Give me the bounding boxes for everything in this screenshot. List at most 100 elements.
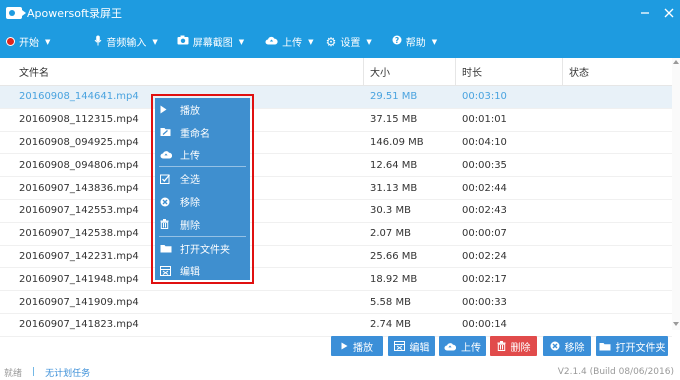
column-header-status[interactable]: 状态 [562, 58, 672, 85]
settings-label: 设置 [340, 38, 361, 49]
play-button-label: 播放 [353, 342, 373, 354]
remove-icon [160, 197, 180, 207]
remove-button-label: 移除 [564, 342, 585, 354]
trash-icon [497, 341, 506, 351]
table-row[interactable]: 20160907_143836.mp4 31.13 MB 00:02:44 [0, 177, 672, 200]
edit-icon [393, 341, 405, 351]
table-row[interactable]: 20160907_142231.mp4 25.66 MB 00:02:24 [0, 245, 672, 269]
table-row[interactable]: 20160907_142538.mp4 2.07 MB 00:00:07 [0, 222, 672, 246]
help-menu[interactable]: ? 帮助 ▼ [386, 25, 443, 58]
file-duration: 00:00:35 [462, 159, 507, 171]
scroll-down-icon[interactable] [673, 322, 679, 326]
chevron-down-icon: ▼ [366, 37, 372, 46]
play-icon [160, 105, 180, 114]
table-row[interactable]: 20160907_142553.mp4 30.3 MB 00:02:43 [0, 199, 672, 223]
remove-icon [550, 341, 560, 351]
menu-item-edit[interactable]: 编辑 [155, 260, 250, 283]
microphone-icon [94, 35, 102, 49]
edit-icon [160, 265, 180, 276]
file-status [562, 200, 672, 222]
file-duration: 00:02:44 [462, 182, 507, 194]
camera-icon [177, 35, 189, 48]
table-row[interactable]: 20160908_094806.mp4 12.64 MB 00:00:35 [0, 154, 672, 178]
file-status [562, 109, 672, 131]
file-size: 37.15 MB [370, 114, 418, 126]
gear-icon: ⚙ [325, 34, 337, 49]
start-record-button[interactable]: 开始 ▼ [0, 25, 56, 58]
context-menu: 播放 重命名 上传 全选 移除 删除 打开文件夹 编辑 [155, 98, 250, 280]
delete-button-label: 删除 [510, 342, 531, 354]
file-duration: 00:03:10 [462, 91, 507, 103]
table-row[interactable]: 20160908_112315.mp4 37.15 MB 00:01:01 [0, 108, 672, 132]
chevron-down-icon: ▼ [308, 37, 314, 46]
minimize-icon[interactable] [636, 4, 654, 22]
edit-button[interactable]: 编辑 [388, 336, 435, 356]
menu-item-delete[interactable]: 删除 [155, 213, 250, 236]
cloud-upload-icon [265, 36, 278, 48]
close-icon[interactable] [660, 4, 678, 22]
file-status [562, 268, 672, 290]
menu-item-open-folder[interactable]: 打开文件夹 [155, 237, 250, 260]
action-bar: 播放 编辑 上传 删除 移除 打开文件夹 [0, 336, 680, 358]
screenshot-label: 屏幕截图 [192, 38, 233, 49]
menu-item-play[interactable]: 播放 [155, 98, 250, 121]
table-row[interactable]: 20160907_141909.mp4 5.58 MB 00:00:33 [0, 291, 672, 314]
chevron-down-icon: ▼ [431, 37, 438, 46]
remove-button[interactable]: 移除 [543, 336, 591, 356]
column-header-size[interactable]: 大小 [363, 58, 455, 85]
file-duration: 00:02:43 [462, 205, 507, 217]
menu-item-select-all[interactable]: 全选 [155, 167, 250, 190]
column-header-name[interactable]: 文件名 [0, 58, 363, 85]
table-row[interactable]: 20160908_144641.mp4 29.51 MB 00:03:10 [0, 86, 672, 109]
cloud-upload-icon [160, 150, 180, 159]
file-duration: 00:00:14 [462, 319, 507, 331]
column-header-duration[interactable]: 时长 [455, 58, 562, 85]
menu-item-remove[interactable]: 移除 [155, 190, 250, 213]
start-label: 开始 [19, 38, 39, 49]
file-status [562, 132, 672, 154]
file-size: 146.09 MB [370, 136, 424, 148]
status-bar: 就绪 | 无计划任务 V2.1.4 (Build 08/06/2016) [0, 364, 680, 380]
file-size: 25.66 MB [370, 250, 418, 262]
file-name: 20160907_141909.mp4 [19, 296, 139, 308]
upload-button-label: 上传 [461, 342, 481, 354]
menu-item-label: 播放 [180, 105, 200, 117]
file-duration: 00:02:17 [462, 273, 507, 285]
select-all-icon [160, 174, 180, 184]
file-size: 12.64 MB [370, 159, 418, 171]
delete-button[interactable]: 删除 [490, 336, 537, 356]
file-duration: 00:02:24 [462, 250, 507, 262]
status-separator: | [32, 367, 36, 377]
file-status [562, 86, 672, 108]
open-folder-button[interactable]: 打开文件夹 [596, 336, 668, 356]
file-size: 2.74 MB [370, 319, 411, 331]
menu-item-label: 编辑 [180, 267, 200, 279]
screenshot-menu[interactable]: 屏幕截图 ▼ [171, 25, 250, 58]
chevron-down-icon: ▼ [238, 37, 245, 46]
menu-item-rename[interactable]: 重命名 [155, 121, 250, 144]
play-button[interactable]: 播放 [331, 336, 383, 356]
vertical-scrollbar[interactable] [672, 58, 680, 330]
audio-input-menu[interactable]: 音频输入 ▼ [88, 25, 163, 58]
upload-menu[interactable]: 上传 ▼ [259, 25, 319, 58]
table-row[interactable]: 20160907_141823.mp4 2.74 MB 00:00:14 [0, 313, 672, 337]
file-size: 5.58 MB [370, 296, 411, 308]
table-row[interactable]: 20160907_141948.mp4 18.92 MB 00:02:17 [0, 268, 672, 292]
file-duration: 00:04:10 [462, 136, 507, 148]
settings-menu[interactable]: ⚙ 设置 ▼ [320, 25, 378, 58]
menu-item-upload[interactable]: 上传 [155, 144, 250, 167]
scheduled-task-link[interactable]: 无计划任务 [45, 366, 90, 379]
window-controls [632, 0, 680, 25]
menu-item-label: 全选 [180, 175, 200, 187]
file-status [562, 246, 672, 268]
upload-button[interactable]: 上传 [439, 336, 486, 356]
table-header: 文件名 大小 时长 状态 [0, 58, 672, 86]
file-size: 18.92 MB [370, 273, 418, 285]
file-status [562, 314, 672, 336]
file-duration: 00:00:33 [462, 296, 507, 308]
rename-icon [160, 127, 180, 137]
toolbar: 开始 ▼ 音频输入 ▼ 屏幕截图 ▼ 上传 ▼ ⚙ 设置 ▼ ? 帮助 ▼ [0, 25, 680, 58]
upload-label: 上传 [282, 38, 303, 49]
table-row[interactable]: 20160908_094925.mp4 146.09 MB 00:04:10 [0, 131, 672, 155]
scroll-up-icon[interactable] [673, 60, 679, 64]
